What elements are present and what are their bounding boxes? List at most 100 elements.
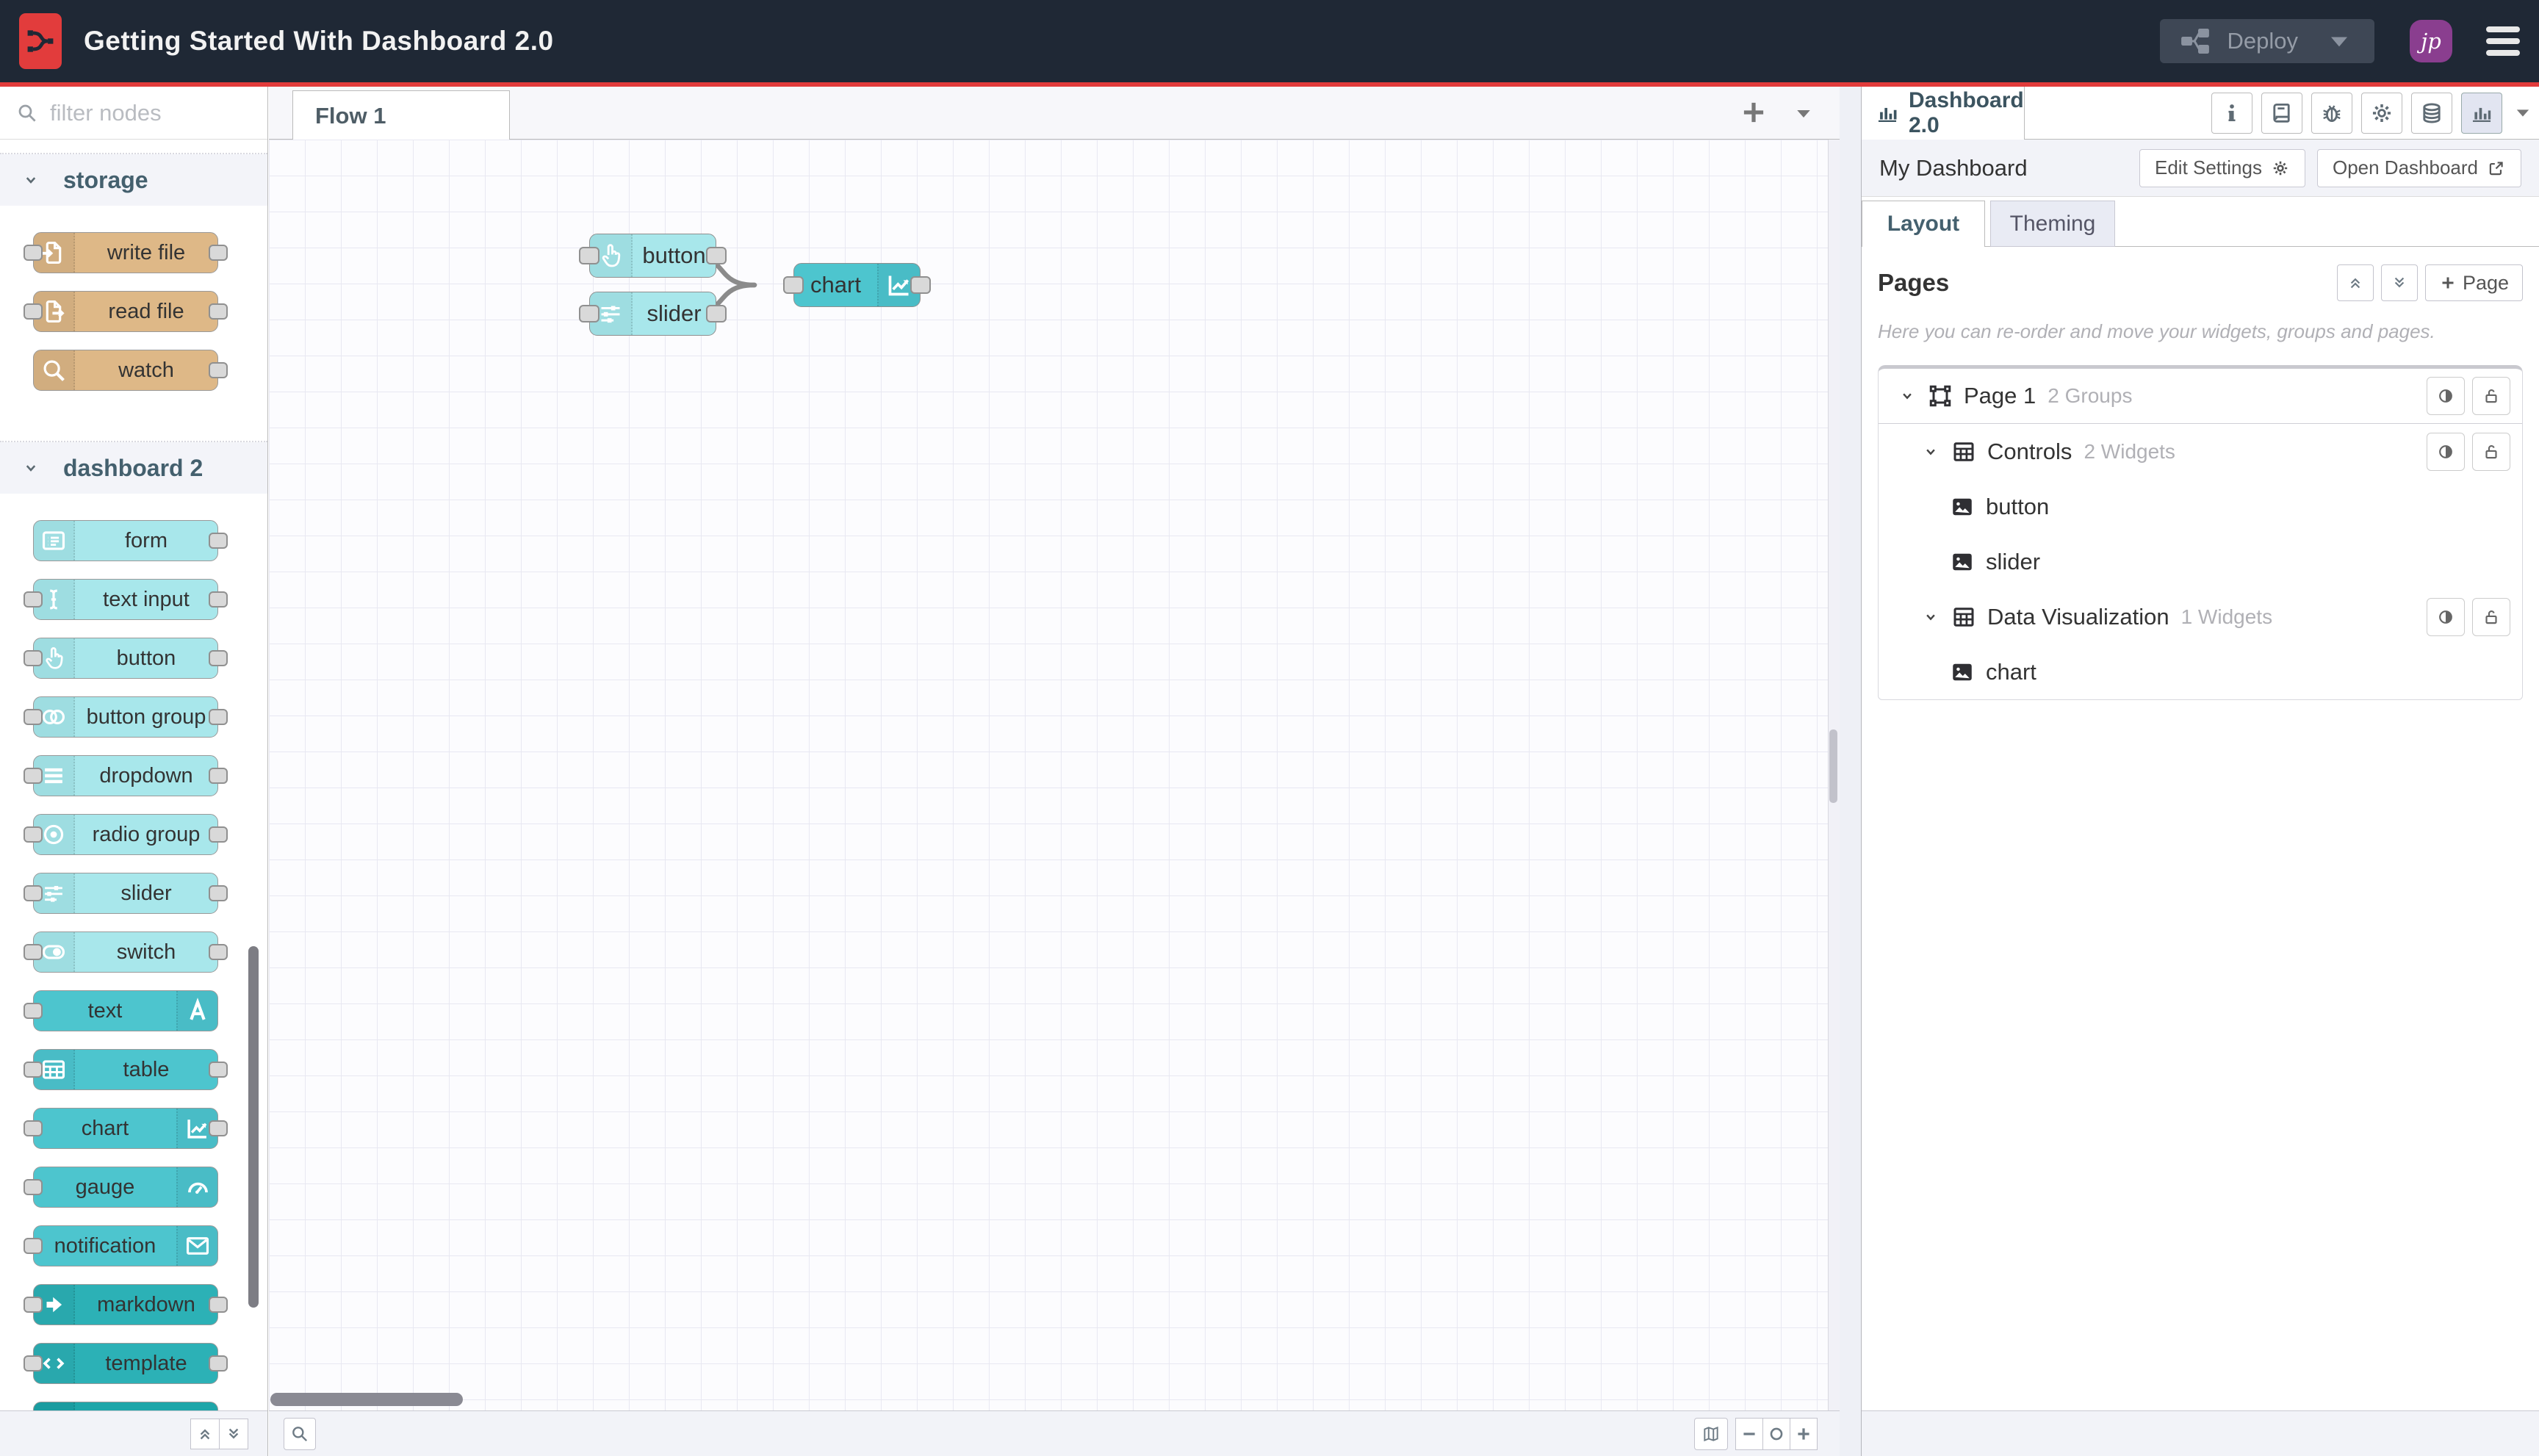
input-port — [24, 245, 43, 261]
visibility-toggle-button[interactable] — [2427, 597, 2465, 636]
palette-category-header-dashboard-2[interactable]: dashboard 2 — [0, 442, 267, 494]
visibility-toggle-button[interactable] — [2427, 432, 2465, 471]
palette-scrollbar[interactable] — [248, 946, 259, 1308]
flow-canvas[interactable]: button slider chart — [269, 140, 1840, 1410]
page-icon — [1927, 383, 1953, 409]
tab-dashboard-2[interactable]: Dashboard 2.0 — [1862, 87, 2025, 140]
input-port — [24, 1355, 43, 1372]
palette-node-chart[interactable]: chart — [24, 1108, 228, 1149]
zoom-in-button[interactable] — [1790, 1417, 1818, 1450]
output-port[interactable] — [706, 247, 727, 264]
main-menu-button[interactable] — [2486, 26, 2520, 56]
group-icon — [1951, 439, 1977, 465]
sidebar-splitter[interactable] — [1840, 87, 1861, 1456]
navigator-map-button[interactable] — [1694, 1417, 1728, 1450]
palette-node-markdown[interactable]: markdown — [24, 1284, 228, 1325]
palette-node-radio-group[interactable]: radio group — [24, 814, 228, 855]
visibility-toggle-button[interactable] — [2427, 377, 2465, 415]
palette-node-table[interactable]: table — [24, 1049, 228, 1090]
lock-toggle-button[interactable] — [2472, 597, 2510, 636]
tab-theming[interactable]: Theming — [1990, 201, 2115, 247]
zoom-out-button[interactable] — [1735, 1417, 1763, 1450]
canvas-search-button[interactable] — [284, 1417, 316, 1450]
deploy-button[interactable]: Deploy — [2159, 19, 2374, 63]
node-label: dropdown — [99, 763, 193, 788]
palette-node-event[interactable]: event — [33, 1402, 218, 1410]
palette-node-text-input[interactable]: text input — [24, 579, 228, 620]
palette-node-notification[interactable]: notification — [24, 1225, 218, 1266]
info-icon — [2219, 101, 2244, 126]
tree-row-page-1[interactable]: Page 1 2 Groups — [1879, 369, 2522, 424]
output-port — [209, 362, 228, 378]
add-flow-button[interactable] — [1738, 97, 1769, 131]
canvas-node-chart[interactable]: chart — [783, 263, 931, 307]
sidebar-tabs-caret-icon[interactable] — [2513, 103, 2533, 127]
chevron-down-icon[interactable] — [1921, 608, 1940, 627]
info-button[interactable] — [2211, 93, 2252, 134]
tree-row-slider[interactable]: slider — [1879, 534, 2522, 589]
canvas-vscroll-track[interactable] — [1828, 140, 1840, 1410]
palette-node-watch[interactable]: watch — [33, 350, 228, 391]
layout-panel: Pages Page Here you can re-order and mov… — [1862, 247, 2539, 1410]
palette-node-text[interactable]: text — [24, 990, 218, 1031]
lock-toggle-button[interactable] — [2472, 432, 2510, 471]
tab-flow-1[interactable]: Flow 1 — [292, 90, 510, 140]
input-port — [24, 591, 43, 608]
palette-node-gauge[interactable]: gauge — [24, 1167, 218, 1208]
canvas-node-slider[interactable]: slider — [579, 292, 727, 336]
move-page-up-button[interactable] — [2336, 264, 2374, 301]
add-page-button[interactable]: Page — [2424, 264, 2523, 301]
palette-collapse-all-button[interactable] — [190, 1418, 220, 1449]
gear-icon — [2271, 159, 2290, 178]
flow-list-caret-icon[interactable] — [1793, 103, 1815, 129]
chevron-down-icon[interactable] — [1921, 442, 1940, 461]
palette-node-slider[interactable]: slider — [24, 873, 228, 914]
palette-category-header-storage[interactable]: storage — [0, 154, 267, 206]
output-port[interactable] — [706, 305, 727, 322]
layout-tree: Page 1 2 Groups Controls 2 Widgets button sli… — [1878, 365, 2523, 700]
palette-node-button-group[interactable]: button group — [24, 696, 228, 738]
palette-node-read-file[interactable]: read file — [24, 291, 228, 332]
input-port — [24, 1297, 43, 1313]
node-label: read file — [108, 299, 184, 323]
palette-node-write-file[interactable]: write file — [24, 232, 228, 273]
zoom-reset-button[interactable] — [1762, 1417, 1790, 1450]
canvas-hscroll-thumb[interactable] — [270, 1393, 463, 1406]
user-avatar[interactable]: jp — [2410, 20, 2452, 62]
move-page-down-button[interactable] — [2380, 264, 2418, 301]
input-port — [24, 885, 43, 901]
output-port[interactable] — [910, 276, 931, 294]
help-button[interactable] — [2261, 93, 2302, 134]
chevron-down-icon[interactable] — [1898, 386, 1917, 406]
edit-settings-button[interactable]: Edit Settings — [2139, 148, 2305, 187]
palette-node-dropdown[interactable]: dropdown — [24, 755, 228, 796]
input-port[interactable] — [783, 276, 804, 294]
tree-row-controls[interactable]: Controls 2 Widgets — [1879, 424, 2522, 479]
canvas-vscroll-thumb[interactable] — [1829, 729, 1837, 803]
palette-expand-all-button[interactable] — [219, 1418, 248, 1449]
sidebar-footer — [1862, 1410, 2539, 1456]
deploy-caret-icon[interactable] — [2323, 25, 2355, 57]
palette-search-input[interactable] — [50, 99, 241, 126]
input-port[interactable] — [579, 305, 599, 322]
node-label: chart — [810, 272, 861, 298]
tab-layout[interactable]: Layout — [1862, 201, 1985, 248]
palette-node-button[interactable]: button — [24, 638, 228, 679]
tree-row-chart[interactable]: chart — [1879, 644, 2522, 699]
debug-button[interactable] — [2311, 93, 2352, 134]
open-dashboard-button[interactable]: Open Dashboard — [2316, 148, 2521, 187]
bug-icon — [2319, 101, 2344, 126]
input-port[interactable] — [579, 247, 599, 264]
context-data-button[interactable] — [2411, 93, 2452, 134]
dashboard-button[interactable] — [2461, 93, 2502, 134]
canvas-node-button[interactable]: button — [579, 234, 727, 278]
palette-node-form[interactable]: form — [33, 520, 228, 561]
lock-toggle-button[interactable] — [2472, 377, 2510, 415]
tree-row-data-visualization[interactable]: Data Visualization 1 Widgets — [1879, 589, 2522, 644]
bar-chart-icon — [1875, 101, 1900, 126]
tree-item-label: slider — [1986, 548, 2041, 574]
palette-node-switch[interactable]: switch — [24, 931, 228, 973]
tree-row-button[interactable]: button — [1879, 479, 2522, 534]
config-nodes-button[interactable] — [2361, 93, 2402, 134]
palette-node-template[interactable]: template — [24, 1343, 228, 1384]
